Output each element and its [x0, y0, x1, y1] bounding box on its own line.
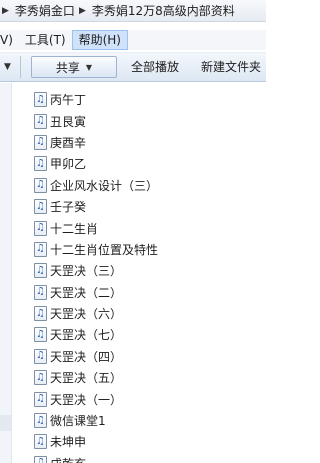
music-file-icon: ♫: [34, 327, 47, 343]
file-row[interactable]: ♫ 企业风水设计（三）: [34, 175, 266, 196]
music-file-icon: ♫: [34, 134, 47, 150]
menu-view[interactable]: V): [0, 30, 19, 50]
music-file-icon: ♫: [34, 455, 47, 463]
file-row[interactable]: ♫ 十二生肖位置及特性: [34, 239, 266, 260]
file-row[interactable]: ♫ 天罡决（五）: [34, 367, 266, 388]
file-name: 未坤申: [50, 435, 87, 450]
file-list: ♫ 丙午丁 ♫ 丑艮寅 ♫ 庚酉辛 ♫ 甲卯乙 ♫ 企业风水设计（三） ♫ 壬子癸 ♫ 十二生肖 ♫ 十二生肖…: [34, 89, 266, 463]
music-file-icon: ♫: [34, 92, 47, 108]
music-file-icon: ♫: [34, 177, 47, 193]
music-file-icon: ♫: [34, 220, 47, 236]
file-name: 庚酉辛: [50, 135, 87, 150]
music-file-icon: ♫: [34, 413, 47, 429]
file-name: 天罡决（五）: [50, 371, 123, 386]
music-file-icon: ♫: [34, 306, 47, 322]
file-row[interactable]: ♫ 天罡决（一）: [34, 388, 266, 409]
new-folder-button[interactable]: 新建文件夹: [201, 56, 261, 78]
file-name: 天罡决（三）: [50, 264, 123, 279]
menu-help[interactable]: 帮助(H): [71, 30, 128, 50]
toolbar-separator: [20, 56, 21, 78]
music-file-icon: ♫: [34, 113, 47, 129]
music-file-icon: ♫: [34, 263, 47, 279]
file-name: 壬子癸: [50, 200, 87, 215]
file-row[interactable]: ♫ 微信课堂1: [34, 410, 266, 431]
file-name: 天罡决（六）: [50, 307, 123, 322]
music-file-icon: ♫: [34, 199, 47, 215]
menu-tools[interactable]: 工具(T): [19, 30, 72, 50]
file-name: 企业风水设计（三）: [50, 178, 159, 193]
file-row[interactable]: ♫ 丑艮寅: [34, 110, 266, 131]
file-name: 戌乾亥: [50, 455, 86, 463]
file-name: 天罡决（二）: [50, 285, 123, 300]
chevron-down-icon: ▼: [85, 62, 93, 72]
file-name: 十二生肖位置及特性: [50, 242, 159, 257]
command-toolbar: ▼ 共享 ▼ 全部播放 新建文件夹: [0, 52, 266, 82]
file-row[interactable]: ♫ 壬子癸: [34, 196, 266, 217]
file-row[interactable]: ♫ 丙午丁: [34, 89, 266, 110]
music-file-icon: ♫: [34, 241, 47, 257]
file-name: 天罡决（七）: [50, 328, 123, 343]
file-row[interactable]: ♫ 天罡决（二）: [34, 282, 266, 303]
breadcrumb-item-2[interactable]: 李秀娟12万8高级内部资料: [90, 2, 237, 19]
file-row[interactable]: ♫ 未坤申: [34, 431, 266, 452]
file-row[interactable]: ♫ 十二生肖: [34, 217, 266, 238]
breadcrumb-chevron-icon[interactable]: ▶: [79, 6, 86, 16]
file-row[interactable]: ♫ 天罡决（七）: [34, 324, 266, 345]
file-row[interactable]: ♫ 天罡决（三）: [34, 260, 266, 281]
file-row[interactable]: ♫ 天罡决（六）: [34, 303, 266, 324]
navigation-pane[interactable]: [0, 83, 12, 463]
music-file-icon: ♫: [34, 284, 47, 300]
music-file-icon: ♫: [34, 391, 47, 407]
file-name: 天罡决（一）: [50, 392, 123, 407]
toolbar-chevron-icon[interactable]: ▼: [0, 62, 14, 72]
file-row[interactable]: ♫ 甲卯乙: [34, 153, 266, 174]
file-row[interactable]: ♫戌乾亥: [34, 453, 266, 463]
breadcrumb-chevron-icon[interactable]: ▶: [2, 6, 9, 16]
share-button-label: 共享: [55, 60, 80, 75]
file-name: 天罡决（四）: [50, 349, 123, 364]
breadcrumb-item-1[interactable]: 李秀娟金口: [13, 2, 77, 19]
play-all-button[interactable]: 全部播放: [131, 56, 179, 78]
file-name: 丙午丁: [50, 93, 87, 108]
navigation-pane-strip: [0, 415, 11, 431]
music-file-icon: ♫: [34, 434, 47, 450]
menu-bar: V) 工具(T) 帮助(H): [0, 30, 266, 50]
music-file-icon: ♫: [34, 348, 47, 364]
file-name: 微信课堂1: [50, 414, 106, 429]
file-name: 丑艮寅: [50, 114, 87, 129]
breadcrumb: ▶ 李秀娟金口 ▶ 李秀娟12万8高级内部资料: [0, 0, 266, 22]
share-button[interactable]: 共享 ▼: [31, 56, 117, 78]
music-file-icon: ♫: [34, 156, 47, 172]
music-file-icon: ♫: [34, 370, 47, 386]
file-name: 十二生肖: [50, 221, 99, 236]
file-row[interactable]: ♫ 天罡决（四）: [34, 346, 266, 367]
file-row[interactable]: ♫ 庚酉辛: [34, 132, 266, 153]
file-name: 甲卯乙: [50, 157, 87, 172]
